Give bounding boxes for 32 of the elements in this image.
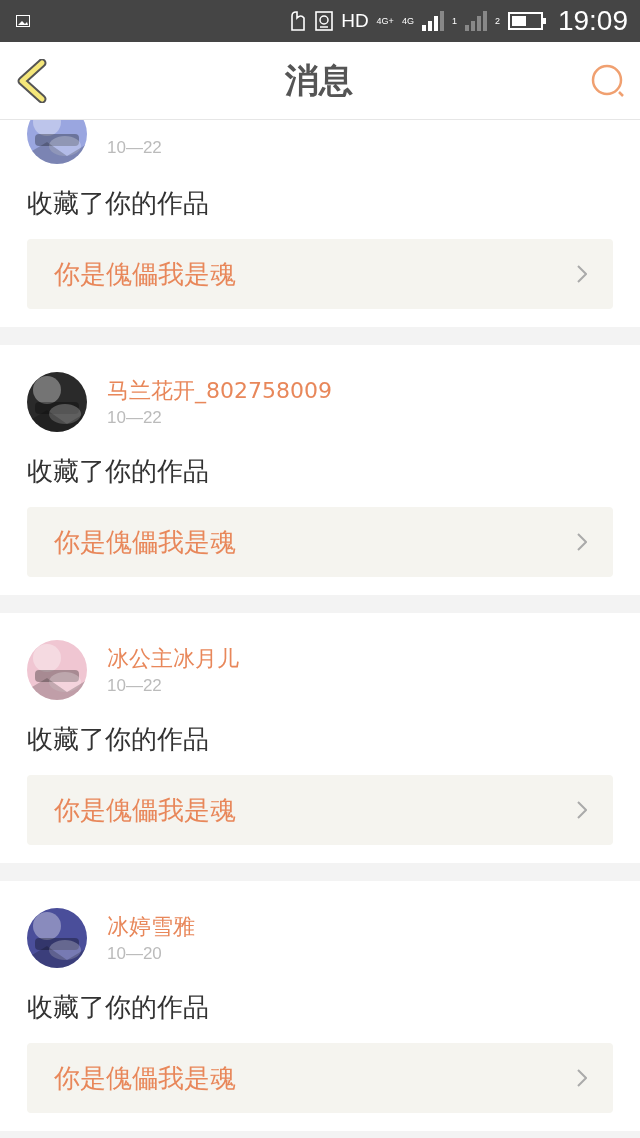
network-type: 4G+ (376, 16, 394, 26)
chevron-icon (577, 801, 587, 819)
message-text: 收藏了你的作品 (27, 991, 210, 1024)
page-title: 消息 (285, 58, 353, 102)
message-text: 收藏了你的作品 (27, 723, 210, 756)
back-icon[interactable] (16, 58, 48, 103)
message-date: 10—20 (107, 944, 163, 964)
user-name[interactable]: 冰婷雪雅 (107, 912, 195, 942)
chevron-icon (577, 533, 587, 551)
signal-icon (421, 11, 444, 31)
user-name[interactable]: 冰公主冰月儿 (107, 644, 239, 674)
battery-icon (507, 12, 546, 30)
work-link[interactable]: 你是傀儡我是魂 (27, 1043, 613, 1113)
network-label: HD (341, 10, 369, 32)
image-icon (16, 15, 30, 27)
clock-time: 19:09 (557, 5, 628, 37)
chevron-icon (577, 1069, 587, 1087)
message-date: 10—22 (107, 676, 163, 696)
network-type: 4G (401, 16, 414, 26)
user-name[interactable]: 马兰花开_802758009 (107, 376, 332, 406)
work-link[interactable]: 你是傀儡我是魂 (27, 239, 613, 309)
signal-icon (464, 11, 487, 31)
message-date: 10—22 (107, 138, 162, 158)
message-text: 收藏了你的作品 (27, 187, 210, 220)
chevron-icon (577, 265, 587, 283)
message-text: 收藏了你的作品 (27, 455, 210, 488)
hand-icon (289, 10, 308, 32)
work-link[interactable]: 你是傀儡我是魂 (27, 775, 613, 845)
sim-label: 1 (451, 16, 457, 26)
sim-label: 2 (494, 16, 500, 26)
message-date: 10—22 (107, 408, 163, 428)
work-link[interactable]: 你是傀儡我是魂 (27, 507, 613, 577)
